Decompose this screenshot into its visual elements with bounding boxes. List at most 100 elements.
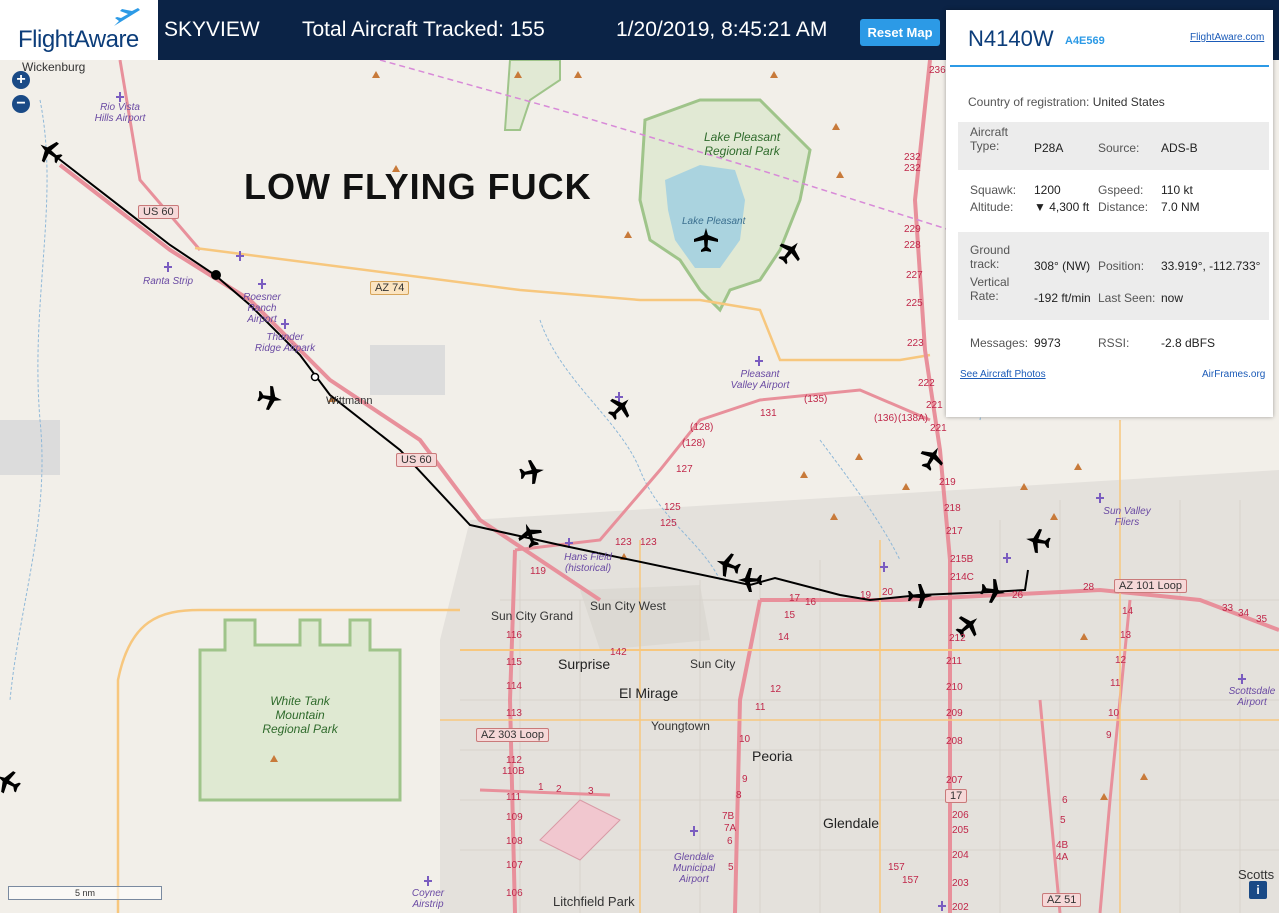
ground-track-value: 308° (NW)	[1034, 259, 1091, 273]
reset-map-button[interactable]: Reset Map	[860, 19, 940, 46]
exit-number: 212	[949, 633, 966, 644]
vertical-rate-value: -192 ft/min	[1034, 291, 1091, 305]
highway-shield: AZ 303 Loop	[476, 728, 549, 742]
exit-number: 6	[727, 836, 733, 847]
exit-number: 123	[640, 537, 657, 548]
aircraft-type-value: P28A	[1034, 141, 1064, 155]
place-label: Surprise	[558, 656, 611, 672]
exit-number: 125	[660, 518, 677, 529]
exit-number: 204	[952, 850, 969, 861]
plane-icon	[979, 577, 1007, 605]
exit-number: (136)	[874, 413, 898, 424]
exit-number: 217	[946, 526, 963, 537]
highway-shield: 17	[945, 789, 968, 803]
exit-number: 225	[906, 298, 923, 309]
gspeed-label: Gspeed:	[1098, 183, 1144, 197]
zoom-out-button[interactable]: −	[12, 95, 30, 113]
exit-number: 229	[904, 224, 921, 235]
exit-number: 10	[739, 734, 751, 745]
exit-number: 202	[952, 902, 969, 913]
exit-number: 4B	[1056, 840, 1069, 851]
place-label: Scotts	[1238, 867, 1275, 882]
exit-number: (128)	[682, 438, 706, 449]
flightaware-link[interactable]: FlightAware.com	[1190, 32, 1264, 43]
exit-number: 157	[902, 875, 919, 886]
airport-label: Coyner Airstrip	[411, 888, 445, 910]
exit-number: 5	[728, 862, 734, 873]
place-label: Sun City Grand	[491, 609, 574, 623]
exit-number: 106	[506, 888, 523, 899]
place-label: Glendale	[823, 815, 880, 831]
country-label: Country of registration:	[968, 95, 1090, 109]
exit-number: 142	[610, 647, 627, 658]
highway-shield: US 60	[396, 453, 437, 467]
plane-icon	[908, 584, 932, 608]
exit-number: 131	[760, 408, 777, 419]
last-seen-label: Last Seen:	[1098, 291, 1156, 305]
country-row: Country of registration: United States	[968, 95, 1165, 109]
exit-number: 9	[1106, 730, 1112, 741]
plane-icon	[603, 391, 637, 425]
airport-label: Rio Vista Hills Airport	[94, 102, 146, 124]
exit-number: 7B	[722, 811, 735, 822]
messages-value: 9973	[1034, 336, 1061, 350]
highway-shield: US 60	[138, 205, 179, 219]
aircraft-photos-link[interactable]: See Aircraft Photos	[960, 369, 1046, 380]
exit-number: 33	[1222, 603, 1234, 614]
exit-number: 28	[1083, 582, 1095, 593]
distance-label: Distance:	[1098, 200, 1149, 214]
exit-number: 215B	[950, 554, 974, 565]
vertical-rate-label: Vertical Rate:	[970, 275, 1010, 303]
exit-number: 119	[530, 566, 546, 577]
source-value: ADS-B	[1161, 141, 1198, 155]
exit-number: 26	[1012, 590, 1024, 601]
plane-icon	[518, 458, 546, 486]
exit-number: 209	[946, 708, 963, 719]
ground-track-label: Ground track:	[970, 243, 1011, 271]
highway-shield: AZ 51	[1042, 893, 1082, 907]
position-value: 33.919°, -112.733°	[1161, 259, 1261, 273]
messages-label: Messages:	[970, 336, 1029, 350]
exit-number: 227	[906, 270, 923, 281]
datetime: 1/20/2019, 8:45:21 AM	[616, 18, 828, 41]
overlay-annotation: LOW FLYING FUCK	[244, 166, 592, 207]
exit-number: 5	[1060, 815, 1066, 826]
gspeed-value: 110 kt	[1161, 183, 1193, 197]
flightaware-logo[interactable]: FlightAware	[0, 0, 158, 60]
exit-number: 8	[736, 790, 742, 801]
plane-icon	[694, 228, 718, 252]
exit-number: 15	[784, 610, 796, 621]
aircraft-type-label: Aircraft Type:	[970, 125, 1009, 153]
exit-number: 34	[1238, 608, 1250, 619]
airframes-link[interactable]: AirFrames.org	[1202, 369, 1265, 380]
airport-label: Scottsdale Airport	[1228, 686, 1276, 708]
info-button[interactable]: i	[1249, 881, 1267, 899]
place-label: Sun City	[690, 657, 736, 671]
exit-number: 203	[952, 878, 969, 889]
exit-number: 107	[506, 860, 523, 871]
airport-label: Hans Field (historical)	[564, 552, 612, 574]
squawk-value: 1200	[1034, 183, 1061, 197]
airport-label: Roesner Ranch Airport	[243, 292, 281, 325]
exit-number: 12	[770, 684, 782, 695]
airport-label: Glendale Municipal Airport	[672, 852, 716, 885]
altitude-label: Altitude:	[970, 200, 1014, 214]
exit-number: 35	[1256, 614, 1268, 625]
exit-number: 9	[742, 774, 748, 785]
hex-code: A4E569	[1065, 35, 1105, 47]
plane-icon	[0, 765, 25, 799]
plane-icon	[1024, 527, 1052, 555]
rssi-label: RSSI:	[1098, 336, 1130, 350]
exit-number: 211	[946, 656, 962, 667]
exit-number: 116	[506, 630, 522, 641]
plane-icon	[915, 441, 949, 475]
exit-number: 2	[556, 784, 562, 795]
zoom-in-button[interactable]: +	[12, 71, 30, 89]
airport-label: Thunder Ridge Airpark	[254, 332, 316, 354]
exit-number: 14	[778, 632, 790, 643]
exit-number: 3	[588, 786, 594, 797]
exit-number: 12	[1115, 655, 1127, 666]
place-label: Peoria	[752, 748, 793, 764]
exit-number: 17	[789, 593, 801, 604]
exit-number: 214C	[950, 572, 974, 583]
